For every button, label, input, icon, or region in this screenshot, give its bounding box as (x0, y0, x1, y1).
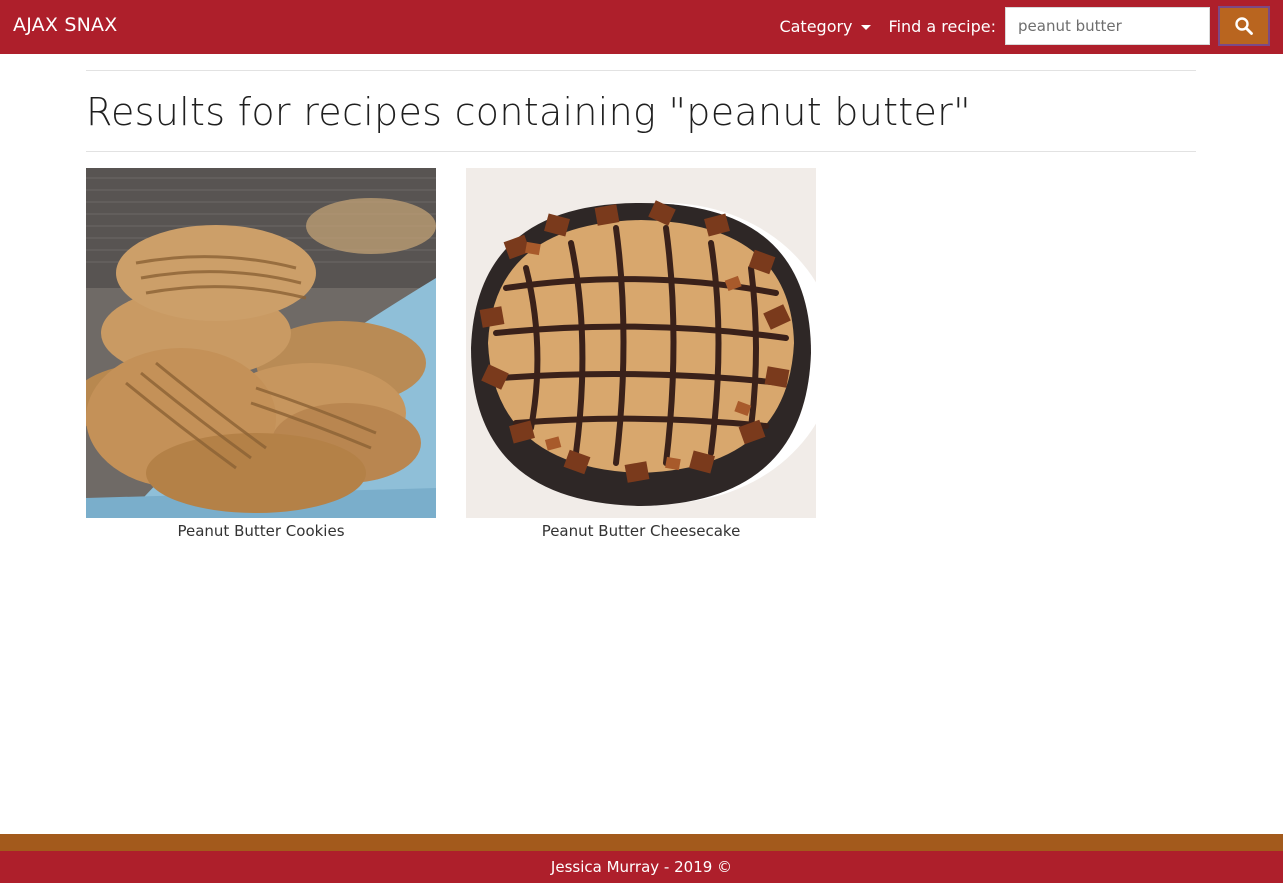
footer-stripe (0, 834, 1283, 851)
navbar: AJAX SNAX Category Find a recipe: (0, 0, 1283, 54)
category-dropdown[interactable]: Category (779, 16, 871, 36)
footer: Jessica Murray - 2019 © (0, 851, 1283, 883)
brand-link[interactable]: AJAX SNAX (13, 14, 117, 36)
results-grid: Peanut Butter Cookies Peanut Butter Chee… (86, 168, 846, 540)
caret-down-icon (860, 24, 871, 30)
category-label: Category (779, 16, 853, 36)
recipe-image-cheesecake[interactable] (466, 168, 816, 518)
divider (86, 151, 1196, 152)
recipe-card[interactable]: Peanut Butter Cheesecake (466, 168, 816, 540)
recipe-title[interactable]: Peanut Butter Cookies (86, 522, 436, 540)
search-button[interactable] (1218, 6, 1270, 46)
recipe-card[interactable]: Peanut Butter Cookies (86, 168, 436, 540)
find-recipe-label: Find a recipe: (888, 16, 996, 36)
search-input[interactable] (1005, 7, 1210, 45)
nav-right: Category Find a recipe: (779, 6, 1270, 46)
recipe-image-cookies[interactable] (86, 168, 436, 518)
page-title: Results for recipes containing "peanut b… (86, 90, 971, 134)
recipe-title[interactable]: Peanut Butter Cheesecake (466, 522, 816, 540)
search-icon (1235, 17, 1253, 35)
main-content: Results for recipes containing "peanut b… (86, 70, 1196, 540)
footer-text: Jessica Murray - 2019 © (550, 858, 733, 876)
